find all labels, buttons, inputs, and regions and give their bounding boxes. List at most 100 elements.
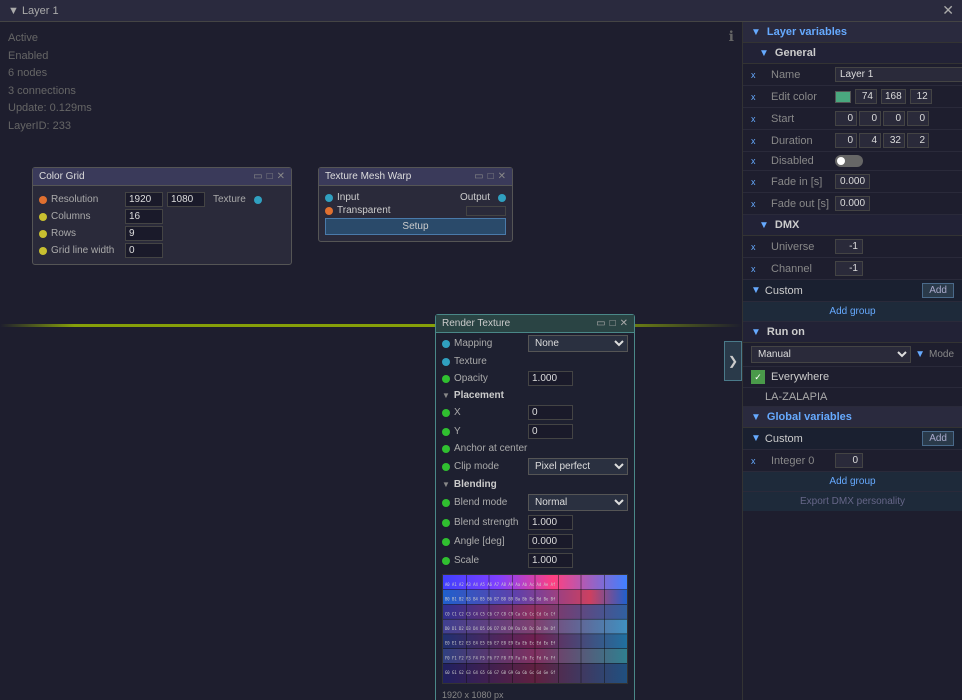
rp-dmx-header: ▼ DMX [743,215,962,236]
mode-triangle: ▼ [915,349,925,360]
rp-universe-row: x Universe -1 [743,236,962,258]
x-icon-fadeout: x [751,199,767,209]
label-resolution: Resolution [51,194,121,205]
rp-start-row: x Start 0 0 0 0 [743,108,962,130]
rp-fadein-row: x Fade in [s] 0.000 [743,171,962,193]
input-columns[interactable] [125,209,163,224]
main-layout: ℹ Active Enabled 6 nodes 3 connections U… [0,22,962,700]
svg-text:C0 C1 C2 C3 C4 C5 C6 C7 C8 C9: C0 C1 C2 C3 C4 C5 C6 C7 C8 C9 Ca Cb Cc C… [445,611,556,616]
select-manual[interactable]: Manual [751,346,911,363]
render-close[interactable]: ✕ [620,318,628,329]
node-tmw-max[interactable]: □ [488,171,494,182]
label-rows: Rows [51,228,121,239]
select-clipmode[interactable]: Pixel perfect [528,458,628,475]
x-icon-start: x [751,114,767,124]
label-x: X [454,407,524,418]
input-res-h[interactable] [167,192,205,207]
node-close-icon[interactable]: ✕ [277,171,285,182]
add-custom-btn[interactable]: Add [922,283,954,298]
rp-mode-row: Manual ▼ Mode [743,343,962,367]
x-icon-name: x [751,70,767,80]
render-row-blendstrength: Blend strength [436,513,634,532]
input-opacity[interactable] [528,371,573,386]
arrow-button[interactable]: ❯ [724,341,742,381]
export-dmx-btn[interactable]: Export DMX personality [743,492,962,511]
rp-layer-vars-header: ▼ Layer variables [743,22,962,43]
close-icon[interactable]: ✕ [942,2,954,19]
node-min-icon[interactable]: ▭ [253,171,262,182]
input-scale[interactable] [528,553,573,568]
input-rows[interactable] [125,226,163,241]
info-button[interactable]: ℹ [729,28,734,45]
disabled-toggle[interactable] [835,155,863,167]
render-row-scale: Scale [436,551,634,570]
input-y[interactable] [528,424,573,439]
dot-output [498,194,506,202]
input-angle[interactable] [528,534,573,549]
title-bar-left: ▼ Layer 1 [8,5,59,17]
input-x[interactable] [528,405,573,420]
dot-angle [442,538,450,546]
render-row-y: Y [436,422,634,441]
label-name: Name [771,69,831,81]
svg-text:D0 D1 D2 D3 D4 D5 D6 D7 D8 D9: D0 D1 D2 D3 D4 D5 D6 D7 D8 D9 Da Db Dc D… [445,626,556,631]
label-duration: Duration [771,135,831,147]
label-channel: Channel [771,263,831,275]
add-custom-global-btn[interactable]: Add [922,431,954,446]
check-everywhere[interactable]: ✓ [751,370,765,384]
input-gridline[interactable] [125,243,163,258]
node-tmw-min[interactable]: ▭ [474,171,483,182]
node-tmw-close[interactable]: ✕ [498,171,506,182]
triangle-custom-dmx: ▼ [751,285,761,296]
svg-text:E0 E1 E2 E3 E4 E5 E6 E7 E8 E9: E0 E1 E2 E3 E4 E5 E6 E7 E8 E9 Ea Eb Ec E… [445,641,556,646]
input-name[interactable] [835,67,962,82]
dot-scale [442,557,450,565]
x-icon-integer: x [751,456,767,466]
input-blendstrength[interactable] [528,515,573,530]
input-res-w[interactable] [125,192,163,207]
svg-text:A0 A1 A2 A3 A4 A5 A6 A7 A8 A9: A0 A1 A2 A3 A4 A5 A6 A7 A8 A9 Aa Ab Ac A… [445,582,556,587]
node-max-icon[interactable]: □ [267,171,273,182]
label-texture-r: Texture [454,356,524,367]
select-mapping[interactable]: None [528,335,628,352]
preview-svg: A0 A1 A2 A3 A4 A5 A6 A7 A8 A9 Aa Ab Ac A… [443,575,627,683]
label-output: Output [460,192,490,203]
label-input: Input [337,192,456,203]
rp-everywhere-row[interactable]: ✓ Everywhere [743,367,962,388]
dot-input [325,194,333,202]
status-active: Active [8,30,92,48]
preview-size: 1920 x 1080 px [436,688,634,700]
rp-fadeout-row: x Fade out [s] 0.000 [743,193,962,215]
status-layerid: LayerID: 233 [8,118,92,136]
rp-channel-row: x Channel -1 [743,258,962,280]
node-tmw-title: Texture Mesh Warp [325,171,411,182]
node-color-grid-header: Color Grid ▭ □ ✕ [33,168,291,186]
add-group-global-btn[interactable]: Add group [743,472,962,492]
general-title: General [775,47,816,59]
val-fadeout: 0.000 [835,196,870,211]
render-max[interactable]: □ [610,318,616,329]
label-integer: Integer 0 [771,455,831,467]
triangle-custom-global: ▼ [751,433,761,444]
render-row-x: X [436,403,634,422]
triangle-placement: ▼ [442,391,450,400]
x-icon-fadein: x [751,177,767,187]
select-blendmode[interactable]: Normal [528,494,628,511]
rp-disabled-row: x Disabled [743,152,962,171]
triangle-dmx: ▼ [759,220,769,231]
color-swatch[interactable] [835,91,851,103]
label-blending: Blending [454,479,497,490]
render-row-clipmode: Clip mode Pixel perfect [436,456,634,477]
render-header-icons: ▭ □ ✕ [596,318,628,329]
node-color-grid: Color Grid ▭ □ ✕ Resolution Texture [32,167,292,265]
start-v3: 0 [883,111,905,126]
global-vars-title: Global variables [767,411,852,423]
add-group-btn[interactable]: Add group [743,302,962,322]
setup-button[interactable]: Setup [325,218,506,235]
render-min[interactable]: ▭ [596,318,605,329]
label-editcolor: Edit color [771,91,831,103]
val-b: 12 [910,89,932,104]
dot-mapping [442,340,450,348]
rp-general-header: ▼ General [743,43,962,64]
dot-blendstrength [442,519,450,527]
